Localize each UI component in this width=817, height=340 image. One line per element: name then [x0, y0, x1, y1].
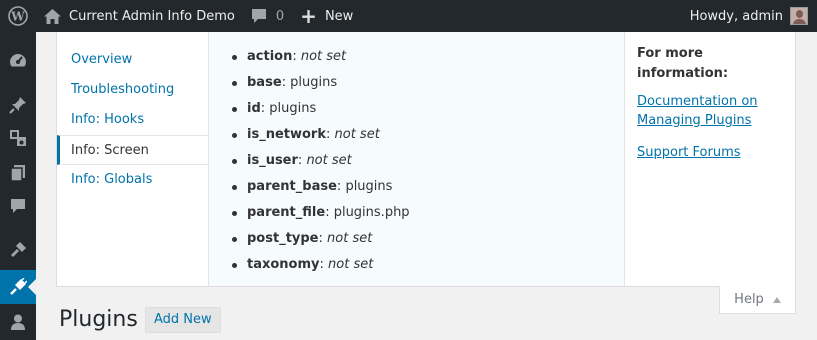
- help-toggle-label: Help: [734, 292, 764, 307]
- list-item: is_user: not set: [231, 148, 410, 174]
- site-name: Current Admin Info Demo: [69, 8, 235, 24]
- plugins-menu-item[interactable]: [0, 270, 36, 304]
- appearance-menu-item[interactable]: [0, 233, 36, 267]
- my-account-menu[interactable]: Howdy, admin: [690, 0, 817, 32]
- wordpress-logo-menu[interactable]: W: [0, 0, 36, 32]
- tab-overview[interactable]: Overview: [57, 45, 208, 75]
- help-sidebar-title: For more information:: [637, 46, 729, 81]
- dashboard-menu-item[interactable]: [0, 44, 36, 78]
- tab-info-screen[interactable]: Info: Screen: [57, 135, 208, 165]
- media-icon: [10, 130, 26, 146]
- admin-bar: W Current Admin Info Demo 0 + New Howdy,…: [0, 0, 817, 32]
- list-item: id: plugins: [231, 96, 410, 122]
- help-tab-content: action: not set base: plugins id: plugin…: [208, 32, 625, 286]
- list-item: taxonomy: not set: [231, 252, 410, 278]
- pages-icon: [10, 165, 25, 182]
- help-tabs: Overview Troubleshooting Info: Hooks Inf…: [57, 32, 208, 286]
- help-toggle-button[interactable]: Help: [719, 286, 796, 314]
- users-icon: [11, 314, 25, 330]
- list-item: post_type: not set: [231, 226, 410, 252]
- users-menu-item[interactable]: [0, 305, 36, 339]
- svg-text:W: W: [10, 10, 25, 24]
- plus-icon: +: [300, 4, 317, 28]
- tab-info-globals[interactable]: Info: Globals: [57, 165, 208, 195]
- new-content-menu[interactable]: + New: [292, 0, 361, 32]
- page-title: Plugins: [59, 307, 138, 332]
- comments-icon: [11, 199, 25, 213]
- posts-menu-item[interactable]: [0, 88, 36, 122]
- list-item: action: not set: [231, 44, 410, 70]
- list-item: base: plugins: [231, 70, 410, 96]
- dashboard-icon: [10, 54, 26, 67]
- tab-info-hooks[interactable]: Info: Hooks: [57, 105, 208, 135]
- tab-troubleshooting[interactable]: Troubleshooting: [57, 75, 208, 105]
- add-new-button[interactable]: Add New: [145, 307, 221, 333]
- documentation-link[interactable]: Documentation on Managing Plugins: [637, 92, 792, 130]
- comments-menu-item[interactable]: [0, 189, 36, 223]
- list-item: parent_base: plugins: [231, 174, 410, 200]
- list-item: is_network: not set: [231, 122, 410, 148]
- help-sidebar: For more information: Documentation on M…: [637, 44, 792, 175]
- contextual-help-panel: Overview Troubleshooting Info: Hooks Inf…: [56, 32, 796, 287]
- new-label: New: [324, 8, 354, 24]
- howdy-greeting: Howdy, admin: [689, 8, 783, 24]
- screen-info-list: action: not set base: plugins id: plugin…: [231, 44, 410, 278]
- comments-menu[interactable]: 0: [243, 0, 292, 32]
- caret-up-icon: [772, 296, 781, 303]
- comment-bubble-icon: [251, 9, 266, 23]
- pin-icon: [9, 97, 26, 114]
- wordpress-logo-icon: W: [8, 6, 28, 26]
- comments-count: 0: [275, 8, 285, 24]
- site-name-menu[interactable]: Current Admin Info Demo: [36, 0, 243, 32]
- avatar: [790, 7, 808, 25]
- support-forums-link[interactable]: Support Forums: [637, 143, 792, 162]
- home-icon: [44, 8, 61, 24]
- appearance-icon: [11, 242, 26, 257]
- media-menu-item[interactable]: [0, 121, 36, 155]
- admin-sidebar: [0, 32, 36, 340]
- pages-menu-item[interactable]: [0, 156, 36, 190]
- list-item: parent_file: plugins.php: [231, 200, 410, 226]
- plugins-icon: [10, 278, 27, 295]
